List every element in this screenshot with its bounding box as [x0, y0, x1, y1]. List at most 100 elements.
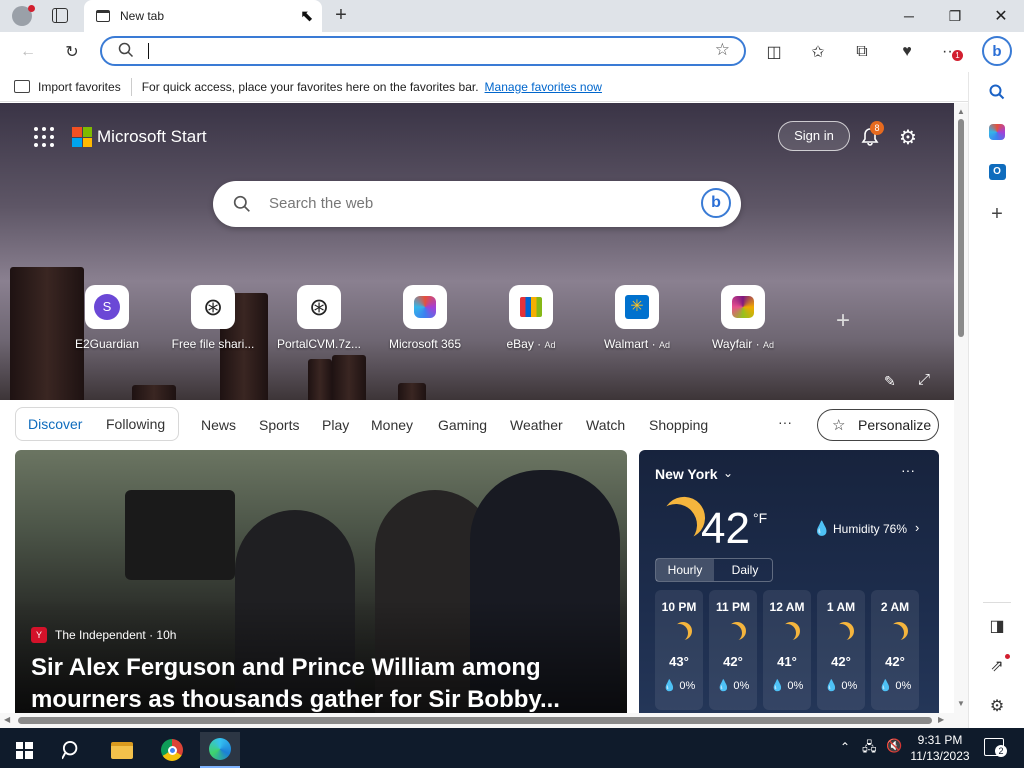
address-bar[interactable]: ☆ [100, 36, 746, 66]
restore-button[interactable]: ❐ [932, 0, 978, 32]
split-screen-icon[interactable]: ◫ [762, 40, 786, 64]
tab-title: New tab [120, 9, 165, 23]
tab-following[interactable]: Following [106, 416, 165, 432]
file-explorer-icon[interactable] [102, 732, 142, 768]
clock[interactable]: 9:31 PM 11/13/2023 [908, 732, 972, 764]
windows-start-icon[interactable] [4, 732, 44, 768]
close-button[interactable]: ✕ [978, 0, 1024, 32]
category-money[interactable]: Money [371, 417, 413, 433]
tab-hourly[interactable]: Hourly [656, 559, 714, 581]
hour-time: 2 AM [880, 600, 910, 614]
category-news[interactable]: News [201, 417, 236, 433]
tab-daily[interactable]: Daily [716, 559, 774, 581]
category-weather[interactable]: Weather [510, 417, 563, 433]
more-options-icon[interactable]: ··· [901, 462, 915, 478]
favorite-star-icon[interactable]: ☆ [715, 40, 730, 60]
category-play[interactable]: Play [322, 417, 349, 433]
horizontal-scroll-thumb[interactable] [18, 717, 932, 724]
apps-launcher-icon[interactable] [34, 127, 54, 147]
sidebar-outlook-icon[interactable]: O [985, 160, 1009, 184]
quick-link-label: PortalCVM.7z... [276, 337, 362, 351]
chrome-icon[interactable] [152, 732, 192, 768]
vertical-scrollbar[interactable]: ▲ ▼ [954, 103, 968, 713]
quick-link-e2guardian[interactable]: S E2Guardian [54, 285, 160, 351]
chevron-down-icon[interactable]: ⌄ [723, 466, 733, 480]
category-shopping[interactable]: Shopping [649, 417, 708, 433]
search-icon [118, 42, 134, 61]
quick-link-free-file-sharing[interactable]: ⊛ Free file shari... [160, 285, 266, 351]
favorites-icon[interactable]: ✩ [806, 40, 830, 64]
edge-icon[interactable] [200, 732, 240, 768]
vertical-scroll-thumb[interactable] [958, 119, 964, 337]
notification-center-icon[interactable]: 2 [984, 738, 1007, 757]
quick-link-label: Wayfair · Ad [712, 337, 774, 351]
import-favorites-button[interactable]: Import favorites [38, 80, 121, 94]
expand-icon[interactable]: ⤢ [918, 371, 930, 388]
manage-favorites-link[interactable]: Manage favorites now [485, 80, 602, 94]
tab-new-tab[interactable]: New tab ⬉ [84, 0, 322, 32]
quick-link-walmart[interactable]: ✳ Walmart · Ad [584, 285, 690, 351]
quick-link-wayfair[interactable]: Wayfair · Ad [690, 285, 796, 351]
weather-card[interactable]: New York ⌄ ··· 42 °F 💧 Humidity 76% › Ho… [639, 450, 939, 713]
category-watch[interactable]: Watch [586, 417, 625, 433]
weather-humidity[interactable]: Humidity 76% [833, 522, 907, 536]
external-link-icon[interactable]: ⇗ [985, 654, 1010, 678]
import-favorites-icon[interactable] [14, 80, 30, 93]
horizontal-scrollbar[interactable]: ◀ ▶ [0, 713, 968, 728]
chevron-up-icon[interactable]: ⌃ [840, 740, 850, 754]
quick-link-portalcvm[interactable]: ⊛ PortalCVM.7z... [266, 285, 372, 351]
notification-count-badge: 8 [870, 121, 884, 135]
personalize-button[interactable]: ☆ Personalize [817, 409, 939, 441]
add-quick-link-icon[interactable]: + [836, 307, 850, 335]
scroll-right-arrow[interactable]: ▶ [938, 715, 944, 724]
profile-icon[interactable] [12, 5, 35, 26]
sidebar-search-icon[interactable] [985, 80, 1009, 104]
address-input[interactable] [148, 43, 149, 59]
more-menu-icon[interactable]: ··· 1 [938, 40, 963, 64]
quick-link-microsoft-365[interactable]: Microsoft 365 [372, 285, 478, 351]
copilot-icon[interactable]: b [982, 36, 1012, 66]
sidebar-settings-icon[interactable]: ⚙ [985, 694, 1009, 718]
extensions-icon[interactable]: ♥ [895, 40, 919, 64]
hour-temp: 42° [723, 654, 743, 669]
sidebar-add-icon[interactable]: + [985, 202, 1009, 226]
favorites-divider [130, 77, 132, 96]
moon-icon [724, 624, 742, 642]
network-icon[interactable]: 🖧 [862, 738, 877, 760]
brand-title[interactable]: Microsoft Start [97, 127, 207, 147]
scroll-left-arrow[interactable]: ◀ [4, 715, 10, 724]
sidebar-badge: 1 [952, 50, 963, 61]
collections-icon[interactable]: ⧉ [850, 40, 874, 64]
scroll-up-arrow[interactable]: ▲ [957, 107, 965, 116]
edit-background-icon[interactable]: ✎ [884, 373, 896, 390]
category-gaming[interactable]: Gaming [438, 417, 487, 433]
hide-sidebar-icon[interactable]: ◨ [985, 614, 1009, 638]
sign-in-button[interactable]: Sign in [778, 121, 850, 151]
moon-icon [832, 624, 850, 642]
notifications-bell-icon[interactable]: 8 [860, 121, 884, 152]
page-settings-icon[interactable]: ⚙ [899, 125, 917, 150]
tab-actions-icon[interactable] [52, 8, 68, 23]
scroll-down-arrow[interactable]: ▼ [957, 699, 965, 708]
quick-link-ebay[interactable]: eBay · Ad [478, 285, 584, 351]
volume-muted-icon[interactable]: 🔇 [886, 738, 902, 754]
bing-chat-icon[interactable]: b [701, 188, 731, 218]
moon-icon [649, 498, 703, 552]
minimize-button[interactable]: ─ [886, 0, 932, 32]
refresh-button[interactable]: ↻ [60, 40, 84, 64]
article-title[interactable]: Sir Alex Ferguson and Prince William amo… [31, 652, 560, 713]
more-categories-button[interactable]: ··· [778, 414, 792, 430]
tab-discover[interactable]: Discover [28, 416, 82, 432]
edge-sidebar: O + ◨ ⇗ ⚙ [968, 72, 1024, 728]
chevron-right-icon[interactable]: › [915, 520, 919, 535]
article-card[interactable]: Y The Independent · 10h Sir Alex Ferguso… [15, 450, 627, 713]
sidebar-m365-icon[interactable] [985, 120, 1009, 144]
taskbar-search-icon[interactable] [52, 732, 92, 768]
web-search-box[interactable]: Search the web b [213, 181, 741, 227]
weather-city[interactable]: New York [655, 466, 718, 482]
back-button[interactable]: ← [16, 40, 40, 64]
cloudy-moon-icon [670, 624, 688, 642]
hero-post [332, 355, 366, 403]
new-tab-button[interactable]: + [330, 4, 352, 26]
category-sports[interactable]: Sports [259, 417, 299, 433]
